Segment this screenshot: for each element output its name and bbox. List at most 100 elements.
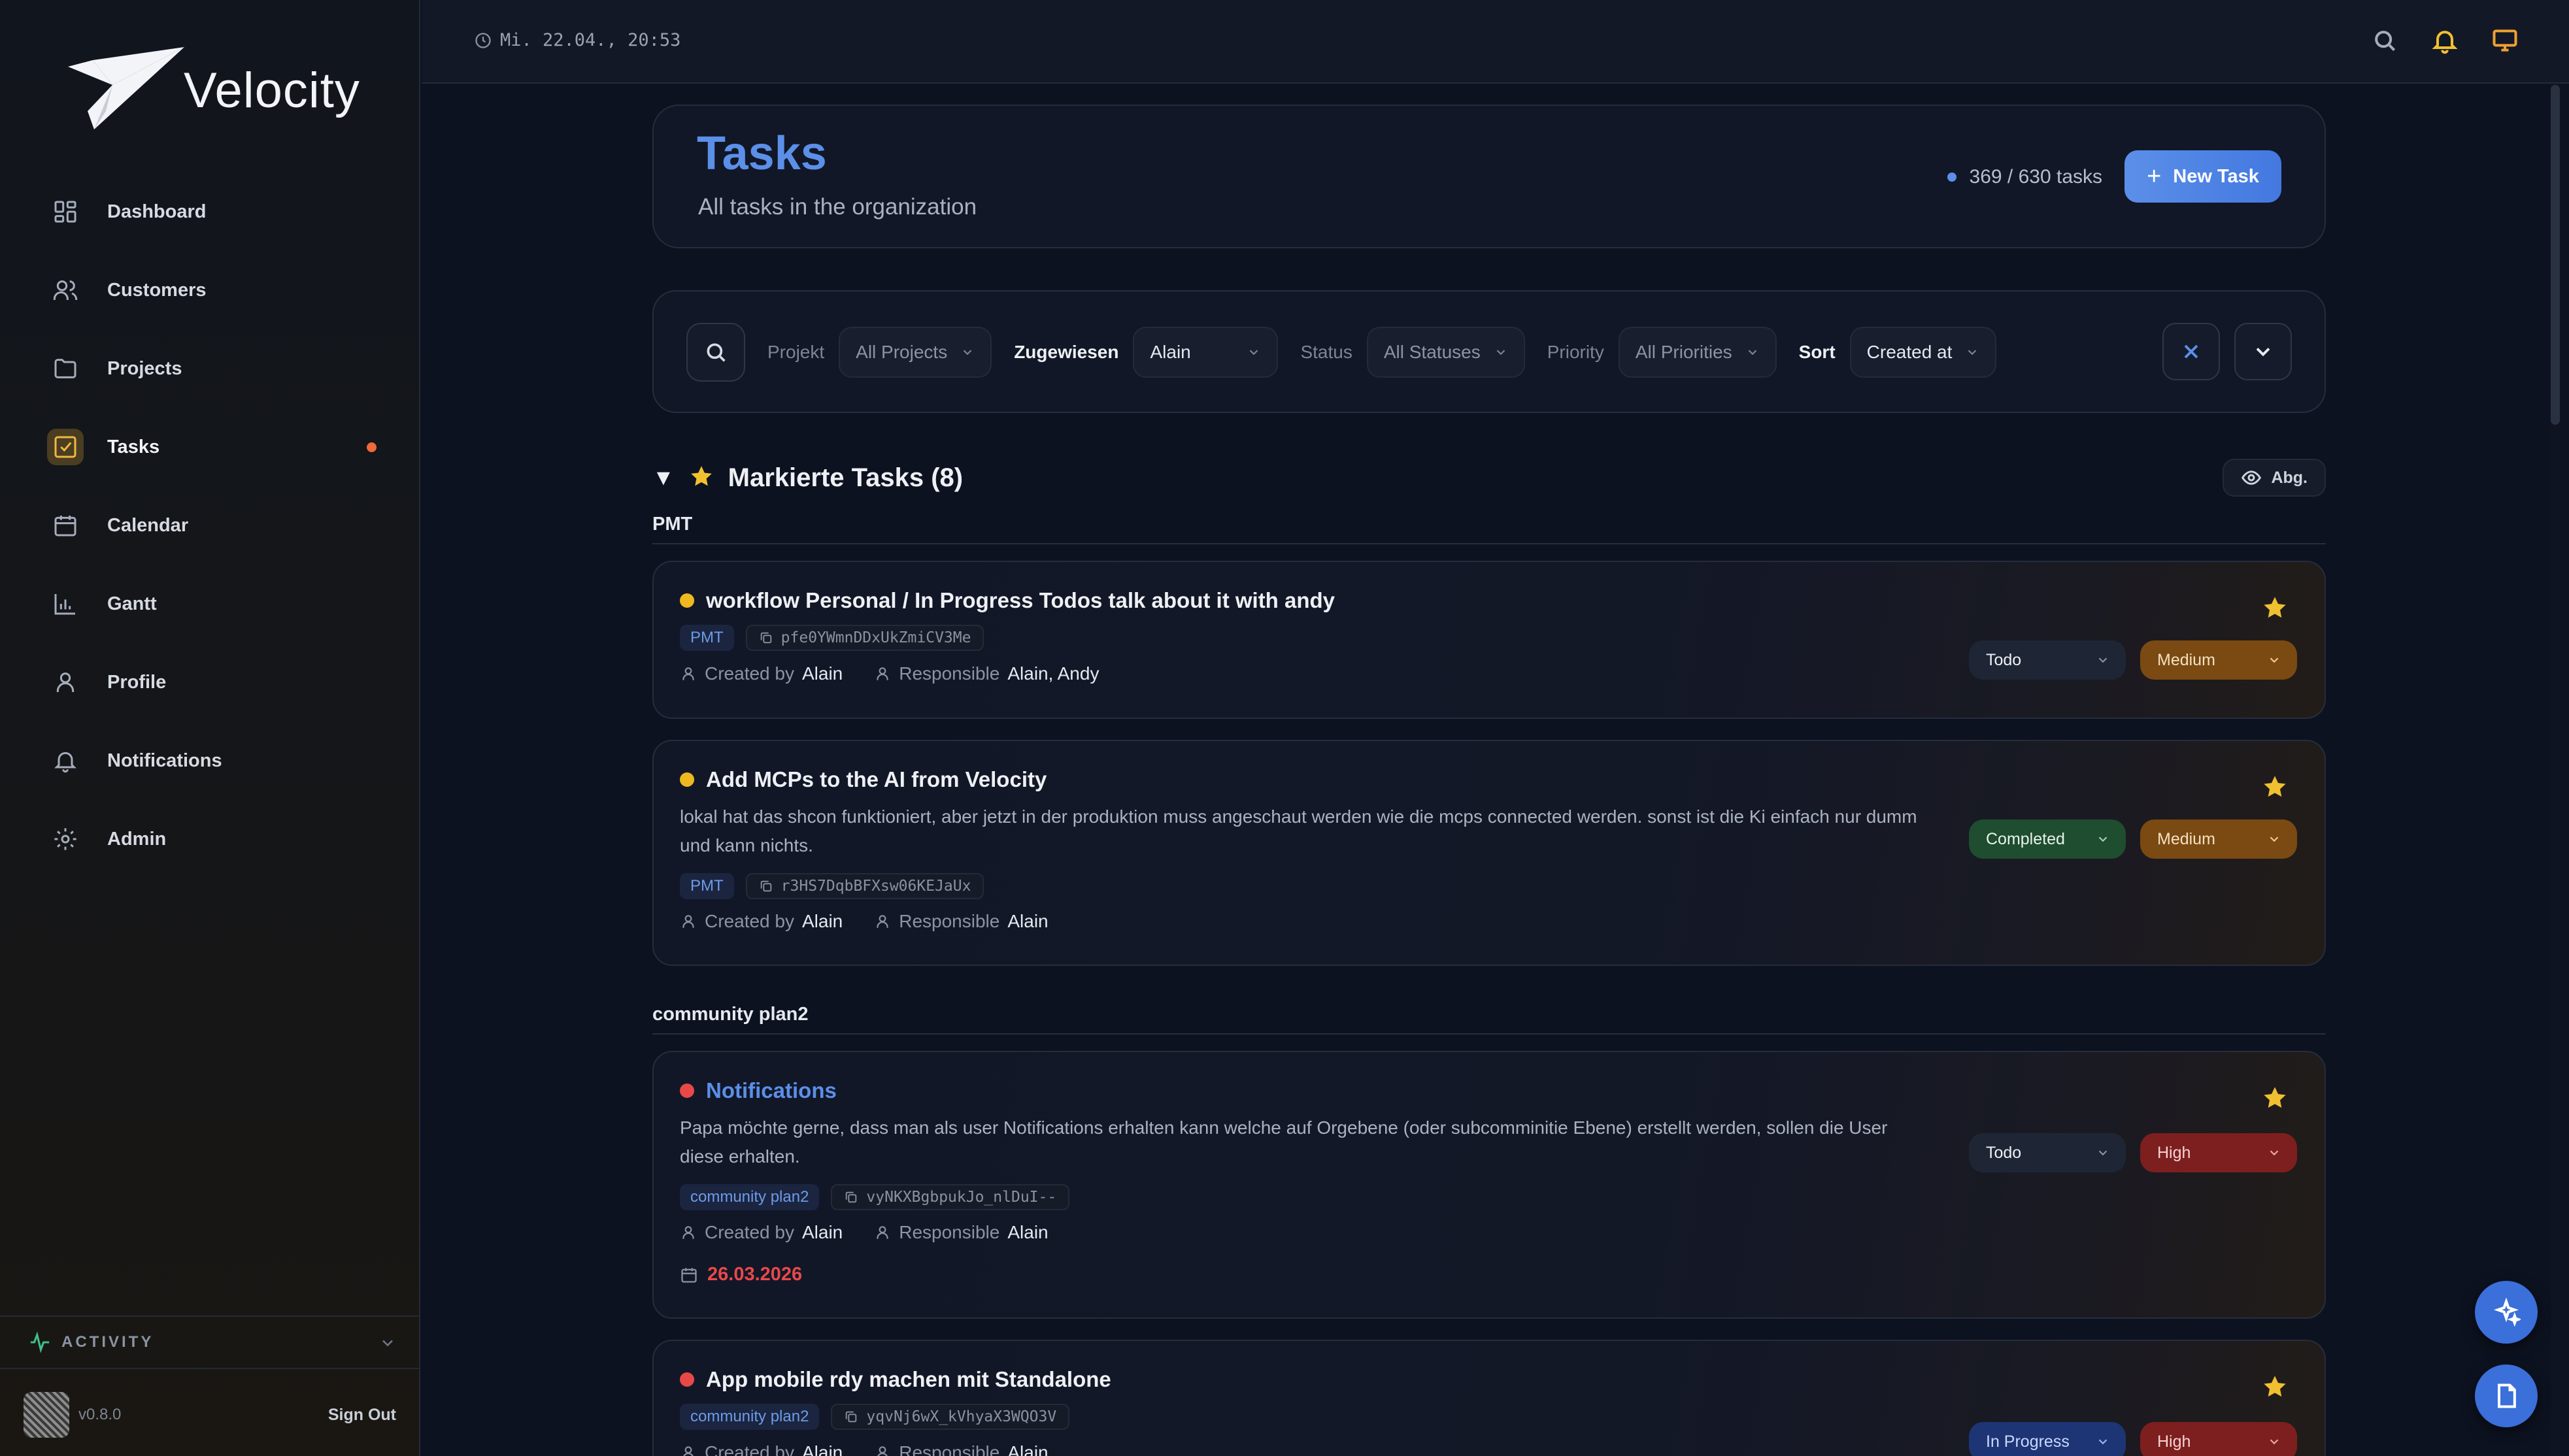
priority-value: Medium — [2157, 829, 2215, 848]
sidebar-item-label: Notifications — [107, 750, 222, 771]
app-version: v0.8.0 — [78, 1406, 122, 1423]
task-id-copy[interactable]: yqvNj6wX_kVhyaX3WQO3V — [831, 1404, 1070, 1430]
toggle-completed-label: Abg. — [2271, 468, 2308, 487]
task-title[interactable]: App mobile rdy machen mit Standalone — [680, 1367, 1111, 1392]
status-filter-select[interactable]: All Statuses — [1366, 327, 1525, 378]
sidebar-item-calendar[interactable]: Calendar — [38, 495, 396, 556]
task-card[interactable]: App mobile rdy machen mit Standalone com… — [652, 1340, 2326, 1456]
priority-select[interactable]: Medium — [2140, 819, 2297, 859]
created-by-value: Alain — [801, 1442, 843, 1456]
priority-select[interactable]: High — [2140, 1422, 2297, 1456]
task-title[interactable]: Notifications — [680, 1078, 837, 1103]
sidebar-item-projects[interactable]: Projects — [38, 338, 396, 399]
status-select[interactable]: In Progress — [1969, 1422, 2126, 1456]
project-tag[interactable]: community plan2 — [680, 1184, 820, 1210]
sidebar-item-admin[interactable]: Admin — [38, 808, 396, 870]
sort-select[interactable]: Created at — [1849, 327, 1997, 378]
new-task-button[interactable]: + New Task — [2124, 150, 2281, 203]
starred-section-header[interactable]: ▼ Markierte Tasks (8) Abg. — [652, 455, 2326, 501]
page-scrollbar-thumb[interactable] — [2551, 85, 2560, 425]
sidebar-item-label: Projects — [107, 357, 182, 379]
task-title[interactable]: workflow Personal / In Progress Todos ta… — [680, 588, 1335, 613]
monitor-icon[interactable] — [2491, 26, 2519, 55]
status-select[interactable]: Completed — [1969, 819, 2126, 859]
eye-icon — [2242, 471, 2262, 485]
user-icon — [877, 1446, 888, 1456]
task-title[interactable]: Add MCPs to the AI from Velocity — [680, 767, 1047, 792]
status-select[interactable]: Todo — [1969, 640, 2126, 680]
avatar[interactable] — [24, 1392, 69, 1438]
collapse-triangle-icon[interactable]: ▼ — [652, 465, 675, 491]
assigned-filter-select[interactable]: Alain — [1133, 327, 1279, 378]
project-tag[interactable]: community plan2 — [680, 1404, 820, 1430]
bar-chart-icon — [47, 586, 84, 622]
task-description: Papa möchte gerne, dass man als user Not… — [680, 1117, 1888, 1166]
user-icon — [683, 1446, 694, 1456]
created-by-value: Alain — [801, 663, 843, 684]
task-title-text: Notifications — [706, 1078, 837, 1102]
search-icon[interactable] — [2370, 26, 2399, 55]
search-button[interactable] — [686, 323, 745, 382]
sign-out-button[interactable]: Sign Out — [328, 1406, 396, 1425]
chevron-down-icon — [2098, 1150, 2107, 1156]
app-name: Velocity — [184, 62, 360, 118]
star-icon[interactable] — [2262, 1085, 2288, 1111]
priority-select[interactable]: Medium — [2140, 640, 2297, 680]
task-id-copy[interactable]: vyNKXBgbpukJo_nlDuI-- — [831, 1184, 1070, 1210]
priority-select[interactable]: High — [2140, 1133, 2297, 1172]
sort-value: Created at — [1866, 342, 1953, 362]
sidebar-item-profile[interactable]: Profile — [38, 652, 396, 713]
notes-button[interactable] — [2475, 1365, 2538, 1427]
sidebar-item-customers[interactable]: Customers — [38, 259, 396, 321]
sidebar-item-tasks[interactable]: Tasks — [38, 416, 396, 478]
sidebar-item-label: Customers — [107, 279, 207, 301]
count-dot — [1947, 173, 1956, 182]
app-logo[interactable]: Velocity — [67, 46, 360, 131]
status-value: In Progress — [1986, 1432, 2070, 1451]
star-icon[interactable] — [2262, 595, 2288, 621]
sidebar-item-label: Dashboard — [107, 201, 207, 222]
status-select[interactable]: Todo — [1969, 1133, 2126, 1172]
clear-filters-button[interactable] — [2162, 323, 2220, 380]
sidebar-item-gantt[interactable]: Gantt — [38, 573, 396, 635]
star-icon[interactable] — [2262, 774, 2288, 800]
toggle-completed-button[interactable]: Abg. — [2223, 459, 2326, 497]
task-card[interactable]: workflow Personal / In Progress Todos ta… — [652, 561, 2326, 719]
chevron-down-icon — [2270, 1150, 2279, 1156]
plus-icon: + — [2147, 162, 2162, 190]
copy-icon — [760, 880, 771, 892]
sidebar-item-notifications[interactable]: Notifications — [38, 730, 396, 791]
dashboard-icon — [47, 193, 84, 230]
group-label-pmt: PMT — [652, 514, 2326, 544]
task-meta: PMT r3HS7DqbBFXsw06KEJaUx — [680, 873, 984, 899]
filter-row: Projekt All Projects Zugewiesen Alain St… — [686, 323, 1997, 382]
expand-filters-button[interactable] — [2234, 323, 2292, 380]
star-icon[interactable] — [2262, 1374, 2288, 1400]
responsible-value: Alain — [1007, 911, 1049, 931]
copy-icon — [846, 1191, 857, 1203]
task-people: Created by Alain Responsible Alain — [680, 1442, 1049, 1456]
ai-assistant-button[interactable] — [2475, 1281, 2538, 1344]
task-people: Created by Alain Responsible Alain, Andy — [680, 663, 1099, 684]
task-count: 369 / 630 tasks — [1947, 166, 2102, 188]
priority-value: Medium — [2157, 650, 2215, 669]
sidebar-item-dashboard[interactable]: Dashboard — [38, 181, 396, 242]
task-meta: PMT pfe0YWmnDDxUkZmiCV3Me — [680, 625, 984, 651]
project-tag[interactable]: PMT — [680, 873, 734, 899]
users-icon — [47, 272, 84, 308]
user-icon — [877, 915, 888, 928]
document-icon — [2497, 1383, 2516, 1408]
project-tag[interactable]: PMT — [680, 625, 734, 651]
priority-filter-select[interactable]: All Priorities — [1618, 327, 1777, 378]
task-meta: community plan2 yqvNj6wX_kVhyaX3WQO3V — [680, 1404, 1070, 1430]
task-card[interactable]: Notifications Papa möchte gerne, dass ma… — [652, 1051, 2326, 1319]
activity-toggle[interactable]: ACTIVITY — [0, 1315, 419, 1369]
bell-icon[interactable] — [2430, 26, 2459, 55]
task-id-copy[interactable]: r3HS7DqbBFXsw06KEJaUx — [745, 873, 984, 899]
sidebar-item-label: Tasks — [107, 436, 160, 457]
chevron-down-icon — [2098, 657, 2107, 663]
task-id-copy[interactable]: pfe0YWmnDDxUkZmiCV3Me — [745, 625, 984, 651]
project-filter-select[interactable]: All Projects — [839, 327, 992, 378]
responsible-label: Responsible — [899, 663, 1000, 684]
task-card[interactable]: Add MCPs to the AI from Velocity lokal h… — [652, 740, 2326, 966]
